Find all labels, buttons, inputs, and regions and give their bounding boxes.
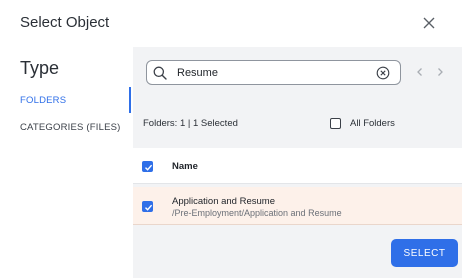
row-checkbox[interactable] xyxy=(142,201,153,212)
chevron-left-icon[interactable] xyxy=(415,66,425,78)
checkmark-icon xyxy=(145,164,153,171)
sidebar-item-categories-files[interactable]: CATEGORIES (FILES) xyxy=(20,122,121,133)
select-object-dialog: Select Object Type FOLDERS CATEGORIES (F… xyxy=(0,0,462,278)
close-icon xyxy=(423,17,435,29)
clear-circle-icon[interactable] xyxy=(376,66,390,80)
chevron-right-icon[interactable] xyxy=(435,66,445,78)
row-title: Application and Resume xyxy=(172,196,275,207)
table-row[interactable]: Application and Resume /Pre-Employment/A… xyxy=(133,187,462,225)
search-box xyxy=(146,60,401,85)
selection-summary: Folders: 1 | 1 Selected xyxy=(143,118,238,129)
sidebar-item-folders[interactable]: FOLDERS xyxy=(20,95,66,106)
search-icon xyxy=(153,66,167,80)
dialog-title: Select Object xyxy=(20,14,110,31)
row-path: /Pre-Employment/Application and Resume xyxy=(172,208,342,218)
close-button[interactable] xyxy=(419,13,439,33)
table-header: Name xyxy=(133,148,462,184)
column-header-name[interactable]: Name xyxy=(172,161,198,172)
select-all-checkbox[interactable] xyxy=(142,161,153,172)
all-folders-label: All Folders xyxy=(350,118,395,129)
select-button[interactable]: SELECT xyxy=(391,239,458,267)
sidebar-title: Type xyxy=(20,58,60,78)
active-indicator xyxy=(129,87,131,113)
checkmark-icon xyxy=(145,204,153,211)
all-folders-checkbox[interactable] xyxy=(330,118,341,129)
type-sidebar: Type FOLDERS CATEGORIES (FILES) xyxy=(0,47,132,278)
dialog-header: Select Object xyxy=(0,0,462,47)
search-input[interactable] xyxy=(177,64,367,82)
results-panel: Folders: 1 | 1 Selected All Folders Name… xyxy=(133,47,462,278)
